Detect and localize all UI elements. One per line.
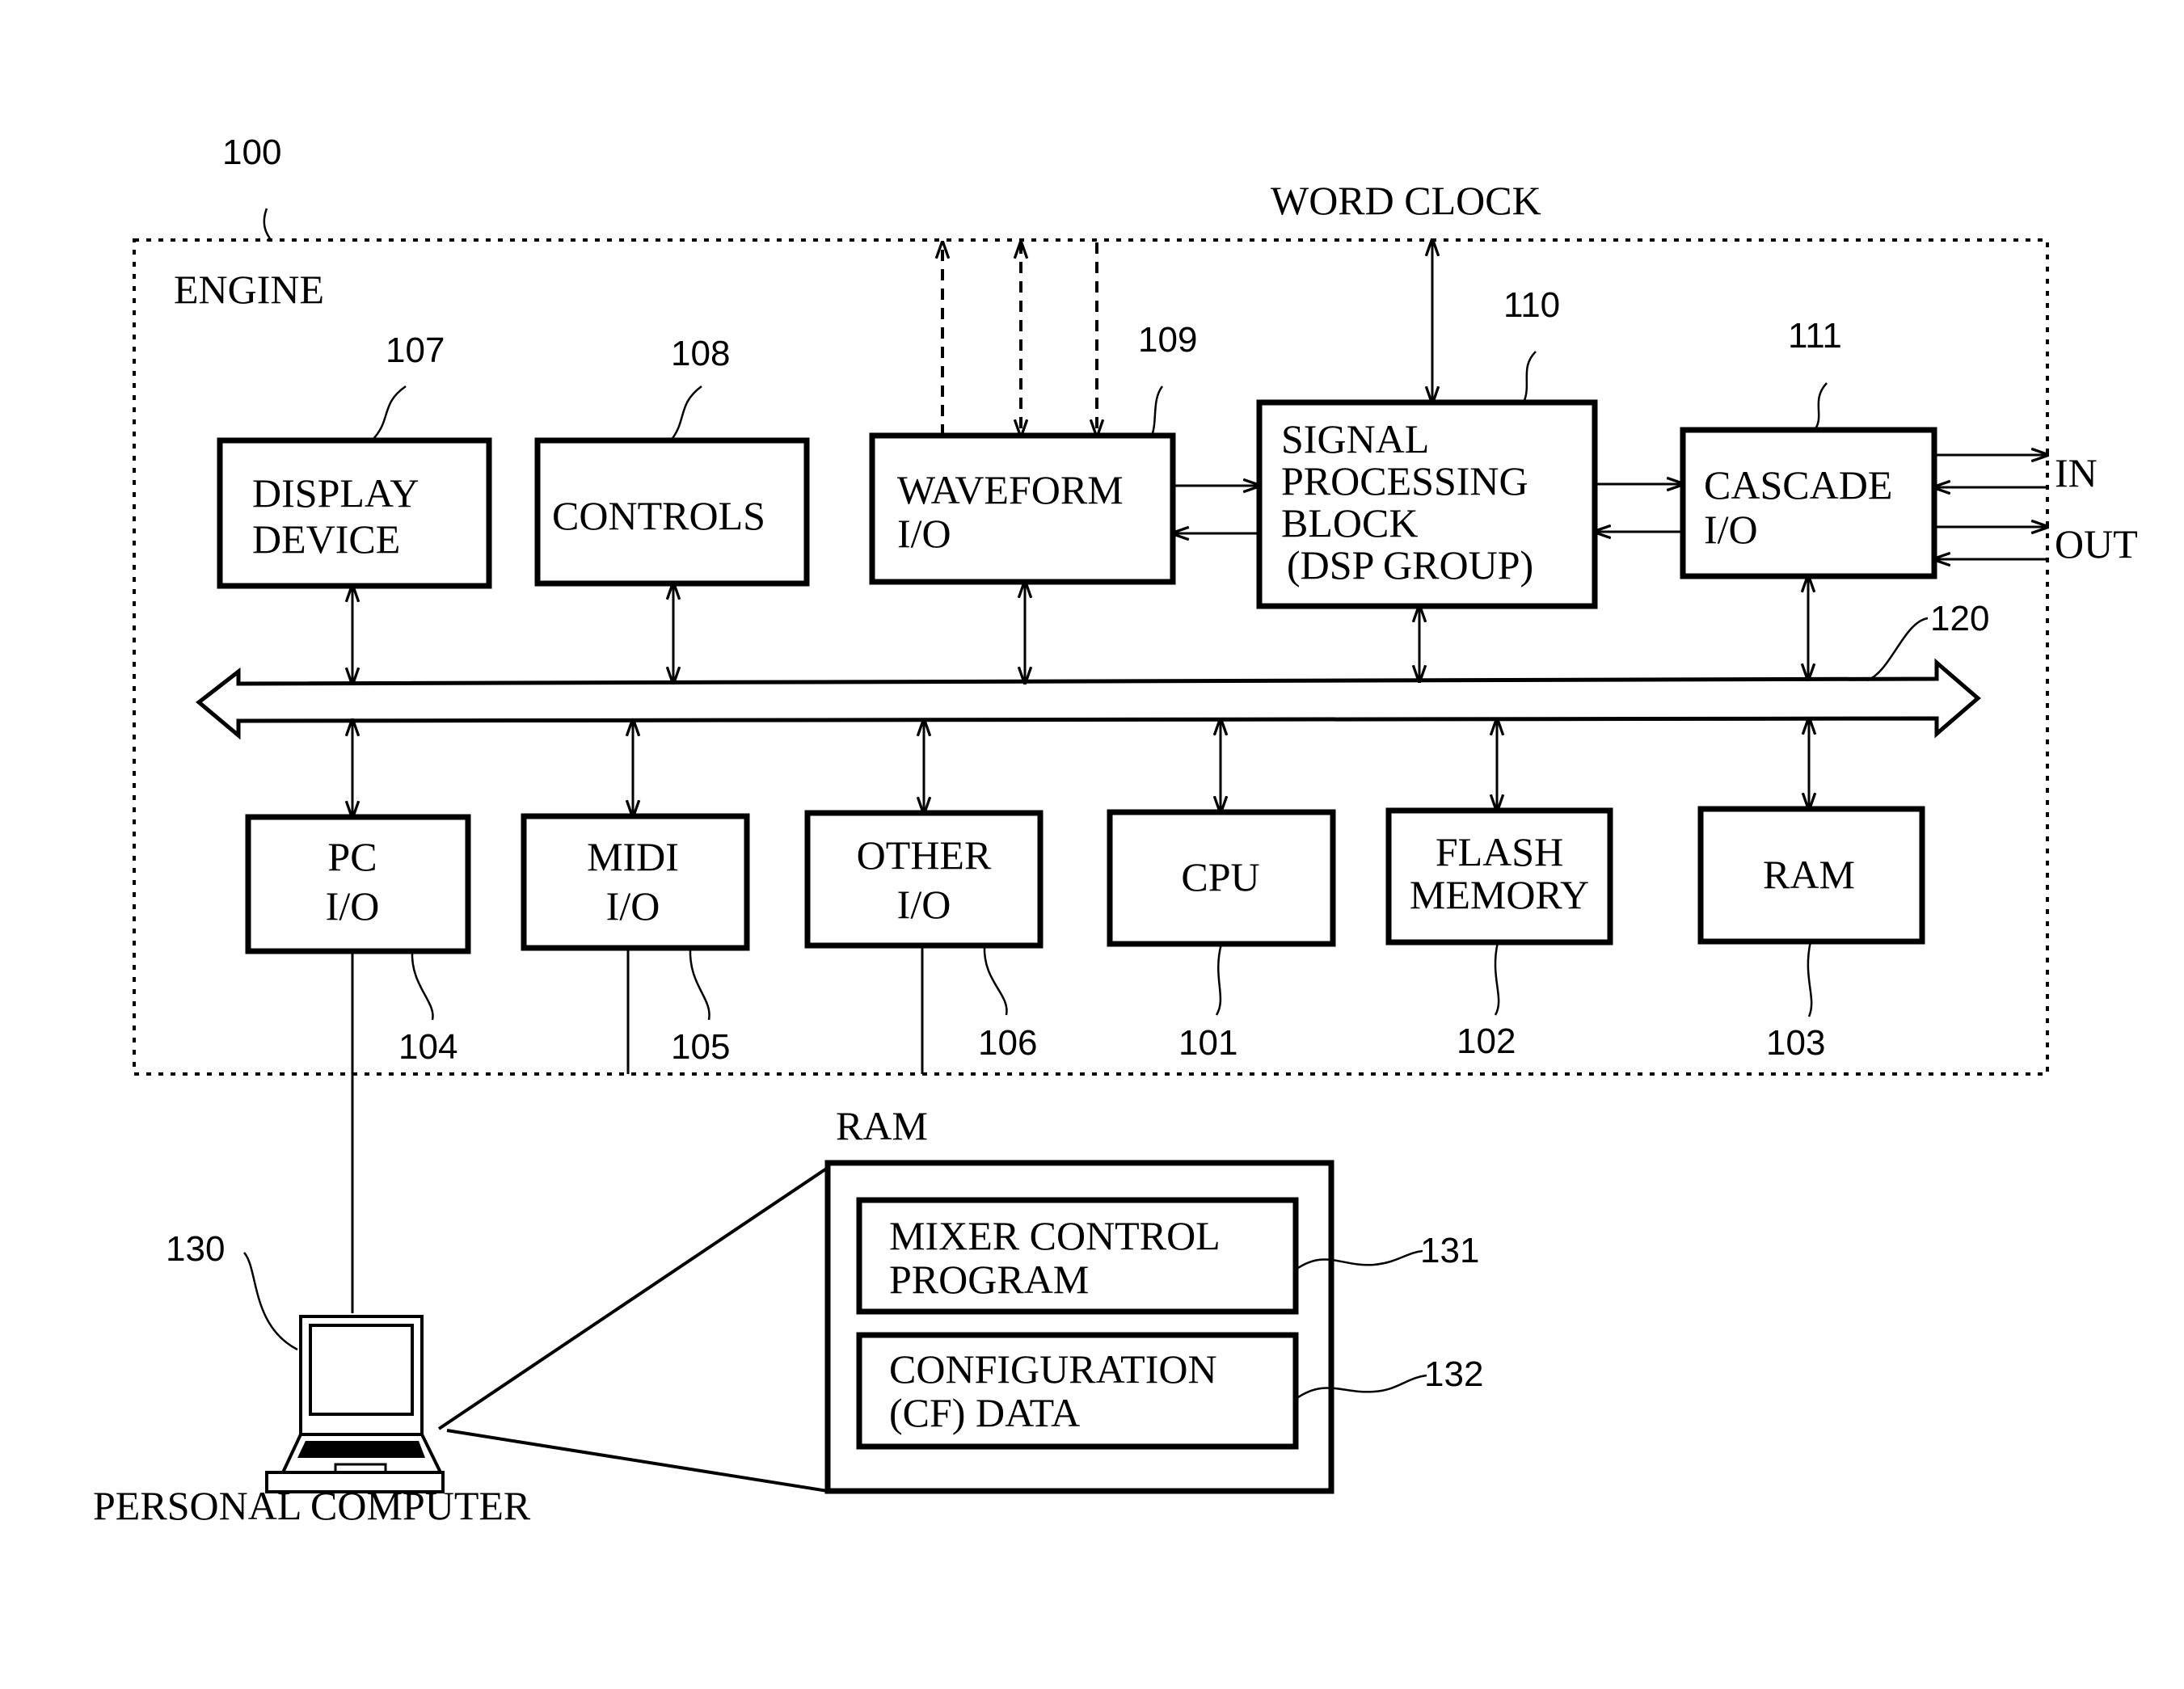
block-label: CONFIGURATION	[889, 1346, 1217, 1392]
block-label: (CF) DATA	[889, 1390, 1080, 1435]
ref-leader-110	[1522, 351, 1537, 403]
block-midi-io[interactable]: MIDI I/O	[521, 813, 750, 951]
projection-line-top	[437, 1166, 829, 1430]
block-controls[interactable]: CONTROLS	[534, 437, 810, 587]
ref-103: 103	[1766, 1023, 1825, 1063]
mixer-control-program-block[interactable]: MIXER CONTROL PROGRAM	[856, 1197, 1299, 1315]
block-label: CPU	[1181, 854, 1259, 899]
ref-leader-120	[1866, 617, 1929, 682]
block-cascade-io[interactable]: CASCADE I/O	[1680, 427, 1937, 579]
laptop-icon[interactable]	[265, 1315, 445, 1493]
block-flash-memory[interactable]: FLASH MEMORY	[1385, 807, 1613, 946]
block-label: WAVEFORM	[897, 467, 1124, 512]
block-label: MEMORY	[1410, 872, 1589, 917]
block-label: MIXER CONTROL	[889, 1213, 1221, 1258]
projection-line-bottom	[446, 1429, 828, 1493]
block-pc-io[interactable]: PC I/O	[245, 814, 471, 954]
ref-leader-130	[243, 1252, 298, 1351]
block-display-device[interactable]: DISPLAY DEVICE	[217, 437, 492, 589]
block-label: I/O	[1704, 507, 1758, 552]
ref-111: 111	[1788, 316, 1842, 356]
ref-leader-109	[1150, 385, 1164, 436]
block-label: CONTROLS	[552, 493, 765, 538]
ref-101: 101	[1178, 1023, 1237, 1063]
pc-ram-label: RAM	[836, 1103, 928, 1148]
ref-106: 106	[978, 1023, 1037, 1063]
block-label: I/O	[326, 883, 380, 929]
block-label: CASCADE	[1704, 462, 1892, 508]
cascade-in-label: IN	[2055, 450, 2098, 495]
block-label: OTHER	[857, 832, 992, 878]
block-waveform-io[interactable]: WAVEFORM I/O	[869, 432, 1176, 585]
block-other-io[interactable]: OTHER I/O	[804, 810, 1044, 949]
ref-109: 109	[1138, 320, 1197, 360]
ref-leader-107	[371, 385, 407, 441]
ref-leader-101	[1215, 943, 1223, 1016]
ref-110: 110	[1503, 285, 1560, 325]
ref-leader-103	[1807, 941, 1813, 1017]
ref-102: 102	[1457, 1021, 1516, 1061]
word-clock-label: WORD CLOCK	[1271, 178, 1541, 223]
personal-computer-label: PERSONAL COMPUTER	[93, 1483, 531, 1528]
block-label: I/O	[897, 511, 951, 556]
ref-leader-105	[689, 947, 710, 1021]
ref-105: 105	[671, 1027, 730, 1067]
block-label: (DSP GROUP)	[1287, 542, 1533, 588]
ref-leader-102	[1494, 941, 1500, 1016]
configuration-data-block[interactable]: CONFIGURATION (CF) DATA	[856, 1332, 1299, 1450]
system-bus	[196, 658, 1981, 740]
ref-120: 120	[1930, 599, 1989, 638]
block-label: RAM	[1763, 852, 1855, 897]
block-label: MIDI	[587, 834, 679, 879]
engine-leader	[263, 208, 272, 242]
block-label: PROCESSING	[1281, 458, 1528, 503]
ref-130: 130	[166, 1229, 225, 1269]
ref-107: 107	[386, 331, 445, 370]
ref-131: 131	[1420, 1231, 1479, 1270]
block-label: I/O	[897, 882, 951, 927]
ref-104: 104	[398, 1027, 457, 1067]
block-label: PROGRAM	[889, 1257, 1089, 1302]
block-label: DEVICE	[252, 516, 400, 562]
block-diagram: 100 ENGINE WORD CLOCK DISPLAY DEVICE 107…	[93, 133, 2138, 1528]
block-ram[interactable]: RAM	[1697, 806, 1925, 945]
block-label: BLOCK	[1281, 500, 1418, 545]
cascade-out-label: OUT	[2055, 521, 2138, 567]
ref-leader-108	[670, 385, 702, 441]
ref-leader-111	[1813, 382, 1828, 431]
block-signal-processing[interactable]: SIGNAL PROCESSING BLOCK (DSP GROUP)	[1256, 399, 1598, 609]
block-label: PC	[327, 834, 377, 879]
block-label: DISPLAY	[252, 470, 420, 516]
block-label: I/O	[606, 883, 660, 929]
ref-132: 132	[1424, 1354, 1483, 1394]
block-label: SIGNAL	[1281, 416, 1429, 461]
block-cpu[interactable]: CPU	[1107, 809, 1336, 947]
ref-leader-104	[411, 950, 434, 1021]
ref-108: 108	[671, 334, 730, 373]
engine-ref: 100	[222, 133, 281, 172]
ref-leader-106	[983, 945, 1008, 1016]
engine-label: ENGINE	[174, 267, 324, 312]
block-label: FLASH	[1436, 829, 1563, 874]
